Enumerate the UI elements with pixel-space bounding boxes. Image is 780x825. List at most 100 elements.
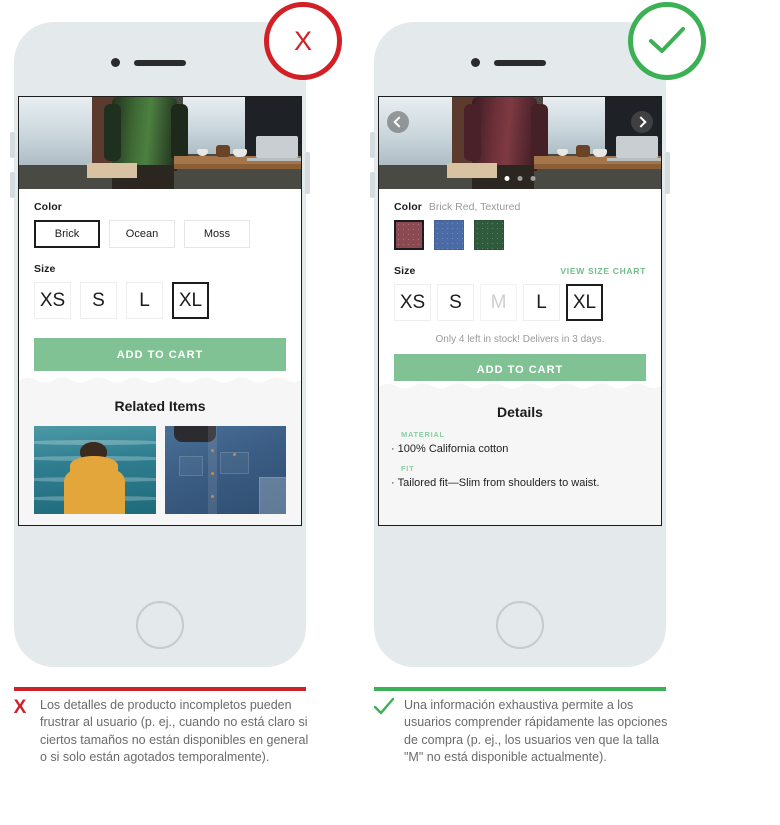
scallop-divider [19, 375, 301, 387]
home-button [136, 601, 184, 649]
size-option-group: XS S L XL [34, 282, 286, 319]
add-to-cart-label: ADD TO CART [476, 363, 564, 376]
details-list: MATERIAL · 100% California cotton FIT · Ta… [379, 420, 661, 489]
color-label: Color [34, 201, 62, 213]
texture-overlay [475, 221, 503, 249]
caption-text-bad: Los detalles de producto incompletos pue… [40, 698, 309, 764]
scallop-divider [379, 381, 661, 393]
color-option-label: Moss [203, 228, 231, 240]
denim-pocket [179, 455, 203, 476]
size-option-s[interactable]: S [437, 284, 474, 321]
color-header: Color Brick Red, Textured [394, 201, 646, 213]
details-item-fit: · Tailored fit—Slim from shoulders to wai… [391, 477, 649, 489]
size-option-m-unavailable[interactable]: M [480, 284, 517, 321]
carousel-dot-1[interactable] [504, 176, 510, 181]
earpiece-speaker [494, 60, 546, 66]
size-option-label: XS [39, 289, 66, 311]
related-item-card[interactable] [164, 426, 286, 514]
carousel-prev-icon[interactable] [387, 111, 409, 133]
color-swatch-ocean-blue[interactable] [434, 220, 464, 250]
power-button [665, 152, 670, 194]
size-option-xs[interactable]: XS [34, 282, 71, 319]
size-option-l[interactable]: L [126, 282, 163, 319]
size-option-label: S [449, 291, 462, 313]
x-icon: X [293, 25, 312, 56]
size-option-label: L [536, 291, 547, 313]
check-icon [373, 697, 395, 715]
carousel-dots [504, 176, 536, 181]
divider-rule-good [374, 687, 666, 691]
color-option-ocean[interactable]: Ocean [109, 220, 175, 248]
details-item-material: · 100% California cotton [391, 443, 649, 455]
color-swatch-moss-green[interactable] [474, 220, 504, 250]
chevron-left-icon [393, 116, 405, 128]
add-to-cart-button[interactable]: ADD TO CART [34, 338, 286, 371]
color-option-moss[interactable]: Moss [184, 220, 250, 248]
caption-bad: X Los detalles de producto incompletos p… [10, 697, 310, 766]
chevron-right-icon [635, 116, 647, 128]
volume-up-button [370, 132, 375, 158]
volume-down-button [370, 172, 375, 198]
view-size-chart-link[interactable]: VIEW SIZE CHART [560, 266, 646, 276]
comparison-stage: Color Brick Ocean Moss Size XS S L XL AD… [0, 0, 780, 825]
product-hero-image [19, 97, 301, 189]
color-value: Brick Red, Textured [428, 201, 521, 213]
product-hero-carousel [379, 97, 661, 189]
phone-mockup-bad: Color Brick Ocean Moss Size XS S L XL AD… [10, 22, 310, 667]
size-option-s[interactable]: S [80, 282, 117, 319]
check-badge [628, 2, 706, 80]
earpiece-speaker [134, 60, 186, 66]
color-option-group: Brick Ocean Moss [34, 220, 286, 248]
size-option-xl[interactable]: XL [566, 284, 603, 321]
size-label: Size [34, 263, 56, 275]
color-option-brick[interactable]: Brick [34, 220, 100, 248]
x-badge: X [264, 2, 342, 80]
color-option-label: Brick [54, 228, 80, 240]
hero-illustration [19, 97, 301, 189]
carousel-dot-3[interactable] [530, 176, 536, 181]
size-label: Size [394, 265, 416, 277]
color-swatch-brick-red[interactable] [394, 220, 424, 250]
phone-mockup-good: Color Brick Red, Textured Size VIEW SIZE… [370, 22, 670, 667]
related-items-section: Related Items [19, 375, 301, 525]
size-option-label: S [92, 289, 105, 311]
x-mark-icon: X [13, 697, 27, 718]
check-mark-icon [373, 697, 395, 766]
volume-down-button [10, 172, 15, 198]
details-item-text: 100% California cotton [397, 443, 509, 455]
color-label: Color [394, 201, 422, 213]
app-screen-good: Color Brick Red, Textured Size VIEW SIZE… [378, 96, 662, 526]
texture-overlay [396, 222, 422, 248]
add-to-cart-label: ADD TO CART [116, 348, 204, 361]
size-option-xs[interactable]: XS [394, 284, 431, 321]
size-header: Size VIEW SIZE CHART [394, 265, 646, 277]
carousel-dot-2[interactable] [517, 176, 523, 181]
carousel-next-icon[interactable] [631, 111, 653, 133]
texture-overlay [435, 221, 463, 249]
bullet-icon: · [391, 477, 395, 489]
front-camera-icon [111, 58, 120, 67]
details-item-text: Tailored fit—Slim from shoulders to wais… [397, 477, 600, 489]
product-options-good: Color Brick Red, Textured Size VIEW SIZE… [379, 189, 661, 385]
size-option-l[interactable]: L [523, 284, 560, 321]
details-section: Details MATERIAL · 100% California cotton… [379, 381, 661, 525]
related-item-card[interactable] [34, 426, 156, 514]
size-option-label: L [139, 289, 150, 311]
bullet-icon: · [391, 443, 395, 455]
color-option-label: Ocean [125, 228, 159, 240]
jacket-body [64, 470, 126, 514]
related-items-grid [19, 414, 301, 514]
stock-availability-note: Only 4 left in stock! Delivers in 3 days… [435, 334, 605, 345]
volume-up-button [10, 132, 15, 158]
caption-text-good: Una información exhaustiva permite a los… [404, 698, 668, 764]
color-swatch-group [394, 220, 646, 250]
size-option-xl[interactable]: XL [172, 282, 209, 319]
caption-good: Una información exhaustiva permite a los… [373, 697, 674, 766]
home-button [496, 601, 544, 649]
rolled-cuff [259, 477, 286, 514]
divider-rule-bad [14, 687, 306, 691]
details-category-fit: FIT [401, 464, 415, 473]
details-category-material: MATERIAL [401, 430, 445, 439]
front-camera-icon [471, 58, 480, 67]
size-option-label: M [490, 291, 507, 313]
